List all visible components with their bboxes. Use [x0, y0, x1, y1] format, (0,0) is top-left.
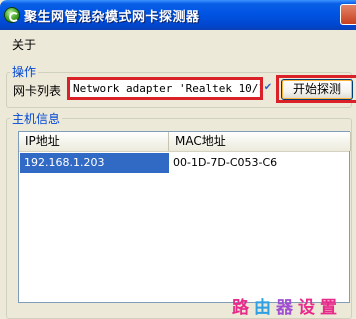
title-bar: 聚生网管混杂模式网卡探测器 — [0, 0, 356, 30]
column-header-ip[interactable]: IP地址 — [19, 132, 169, 151]
watermark-char: 器 — [276, 298, 298, 318]
host-list[interactable]: IP地址 MAC地址 192.168.1.203 00-1D-7D-C053-C… — [18, 131, 351, 303]
close-button[interactable] — [340, 4, 356, 25]
column-header-mac[interactable]: MAC地址 — [169, 132, 351, 151]
host-info-group-title: 主机信息 — [10, 110, 63, 127]
start-detect-button[interactable]: 开始探测 — [281, 79, 353, 100]
host-list-header: IP地址 MAC地址 — [19, 132, 351, 152]
menu-bar: 关于 — [0, 30, 356, 55]
watermark-char: 由 — [254, 298, 276, 318]
watermark-char: 设置 — [298, 298, 342, 318]
cell-ip: 192.168.1.203 — [20, 153, 169, 173]
watermark: 路由器设置 — [232, 293, 342, 318]
chevron-down-icon[interactable]: ✔ — [262, 80, 274, 96]
table-row[interactable]: 192.168.1.203 00-1D-7D-C053-C6 — [19, 153, 349, 173]
app-icon — [4, 7, 20, 23]
cell-mac: 00-1D-7D-C053-C6 — [173, 156, 278, 169]
nic-select[interactable]: Network adapter 'Realtek 10/100 — [67, 77, 263, 100]
operation-group-title: 操作 — [10, 63, 39, 80]
menu-item-about[interactable]: 关于 — [12, 36, 36, 53]
nic-list-label: 网卡列表 — [13, 84, 62, 98]
nic-select-value: Network adapter 'Realtek 10/100 — [73, 82, 263, 95]
window-title: 聚生网管混杂模式网卡探测器 — [24, 10, 200, 25]
watermark-char: 路 — [232, 298, 254, 318]
